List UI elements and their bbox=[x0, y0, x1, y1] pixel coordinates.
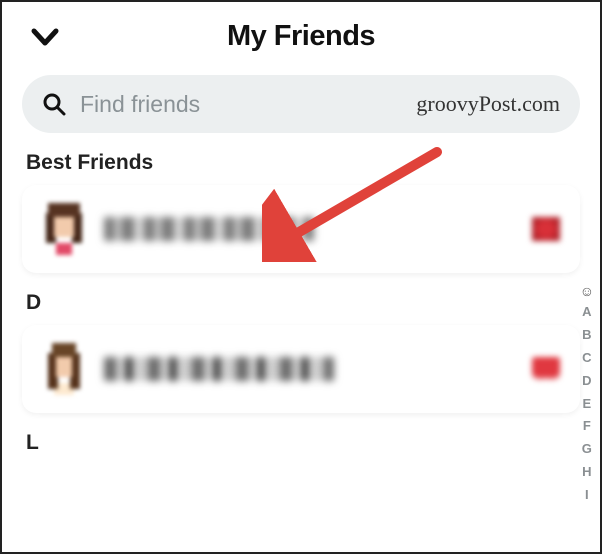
friend-row[interactable] bbox=[22, 325, 580, 413]
page-title: My Friends bbox=[227, 20, 375, 53]
index-letter[interactable]: I bbox=[585, 487, 589, 504]
index-letter[interactable]: H bbox=[582, 464, 591, 481]
avatar bbox=[42, 203, 86, 255]
smiley-icon[interactable]: ☺ bbox=[580, 284, 594, 298]
friend-row[interactable] bbox=[22, 185, 580, 273]
index-letter[interactable]: F bbox=[583, 418, 591, 435]
index-letter[interactable]: A bbox=[582, 304, 591, 321]
index-letter[interactable]: B bbox=[582, 327, 591, 344]
friend-name bbox=[104, 357, 532, 381]
alpha-index[interactable]: ☺ A B C D E F G H I bbox=[580, 284, 594, 504]
search-bar[interactable]: groovyPost.com bbox=[22, 75, 580, 133]
search-icon bbox=[42, 92, 66, 116]
index-letter[interactable]: D bbox=[582, 373, 591, 390]
section-best-friends: Best Friends bbox=[26, 151, 600, 175]
index-letter[interactable]: E bbox=[583, 396, 592, 413]
search-input[interactable] bbox=[80, 91, 260, 118]
friend-emoji-icon bbox=[532, 357, 560, 381]
section-l: L bbox=[26, 431, 600, 455]
index-letter[interactable]: C bbox=[582, 350, 591, 367]
friend-name bbox=[104, 217, 532, 241]
index-letter[interactable]: G bbox=[582, 441, 592, 458]
friend-emoji-icon bbox=[532, 217, 560, 241]
section-d: D bbox=[26, 291, 600, 315]
back-chevron-icon[interactable] bbox=[30, 26, 60, 48]
header: My Friends bbox=[2, 2, 600, 63]
avatar bbox=[42, 343, 86, 395]
watermark-text: groovyPost.com bbox=[416, 91, 560, 117]
